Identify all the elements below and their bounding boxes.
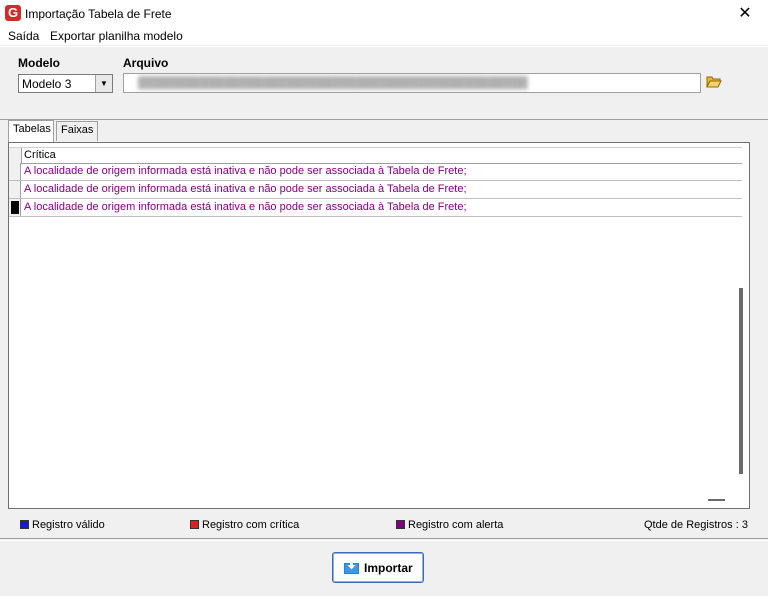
legend-alert-label: Registro com alerta	[408, 519, 504, 531]
row-indicator-selected[interactable]	[9, 199, 21, 216]
legend-alert: Registro com alerta	[396, 519, 503, 531]
legend-valid-label: Registro válido	[32, 519, 105, 531]
legend-alert-swatch	[396, 520, 405, 529]
record-count: Qtde de Registros : 3	[644, 519, 748, 531]
row-indicator[interactable]	[9, 163, 21, 180]
table-row[interactable]: A localidade de origem informada está in…	[9, 199, 742, 217]
critica-grid[interactable]: Crítica A localidade de origem informada…	[8, 142, 750, 509]
legend-bar: Registro válido Registro com crítica Reg…	[0, 514, 768, 539]
window-title: Importação Tabela de Frete	[25, 7, 172, 21]
arquivo-field[interactable]: ████████████████████████████████████████…	[123, 73, 701, 93]
modelo-select[interactable]: Modelo 3 ▼	[18, 74, 113, 93]
legend-valid: Registro válido	[20, 519, 105, 531]
tab-faixas-label: Faixas	[61, 124, 94, 136]
arquivo-label: Arquivo	[123, 56, 169, 70]
horizontal-scrollbar-thumb[interactable]	[708, 499, 725, 501]
close-button[interactable]: ✕	[722, 0, 768, 28]
vertical-scrollbar-thumb[interactable]	[739, 288, 743, 474]
row-critica-text: A localidade de origem informada está in…	[24, 201, 467, 213]
tab-tabelas[interactable]: Tabelas	[8, 120, 54, 142]
menu-item-exportar-planilha[interactable]: Exportar planilha modelo	[50, 29, 183, 43]
legend-critical-label: Registro com crítica	[202, 519, 300, 531]
chevron-down-icon[interactable]: ▼	[95, 75, 112, 92]
folder-open-icon[interactable]	[706, 75, 722, 89]
row-indicator[interactable]	[9, 181, 21, 198]
tab-faixas[interactable]: Faixas	[56, 121, 98, 141]
legend-valid-swatch	[20, 520, 29, 529]
row-critica-text: A localidade de origem informada está in…	[24, 183, 467, 195]
legend-critical: Registro com crítica	[190, 519, 299, 531]
tab-tabelas-label: Tabelas	[13, 123, 51, 135]
column-header-critica[interactable]: Crítica	[24, 149, 56, 161]
app-logo-icon: G	[5, 5, 21, 21]
modelo-select-value: Modelo 3	[22, 77, 72, 91]
table-row[interactable]: A localidade de origem informada está in…	[9, 181, 742, 199]
row-critica-text: A localidade de origem informada está in…	[24, 165, 467, 177]
arquivo-path-redacted: ████████████████████████████████████████…	[138, 77, 528, 89]
import-button[interactable]: Importar	[332, 552, 424, 583]
import-button-label: Importar	[364, 561, 413, 575]
import-download-icon	[344, 559, 359, 574]
header-indicator	[9, 148, 22, 163]
menu-item-saida[interactable]: Saída	[8, 29, 39, 43]
table-row[interactable]: A localidade de origem informada está in…	[9, 163, 742, 181]
legend-critical-swatch	[190, 520, 199, 529]
title-bar: G Importação Tabela de Frete ✕	[0, 0, 768, 28]
modelo-label: Modelo	[18, 56, 60, 70]
menu-bar: Saída Exportar planilha modelo	[0, 28, 768, 45]
grid-header: Crítica	[9, 147, 742, 164]
